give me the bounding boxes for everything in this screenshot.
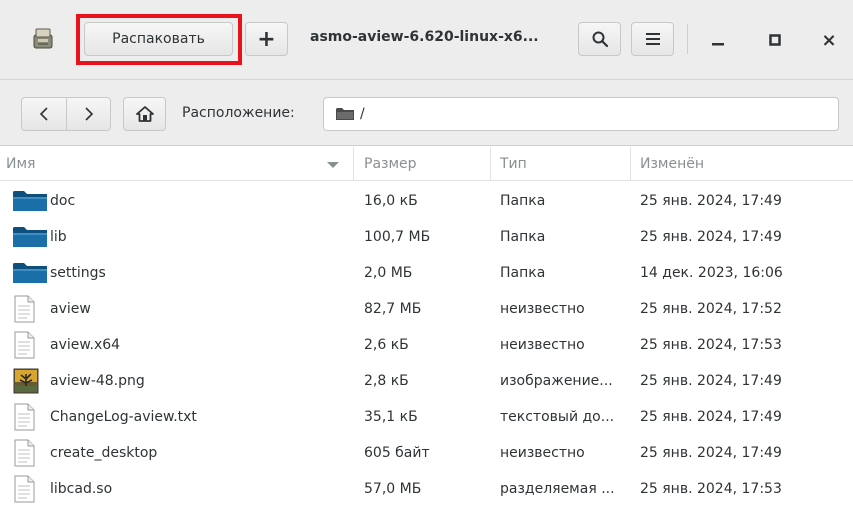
back-button[interactable] xyxy=(22,98,66,130)
window-title: asmo-aview-6.620-linux-x6... xyxy=(310,29,539,45)
minimize-icon xyxy=(712,43,724,46)
add-files-button[interactable]: + xyxy=(245,22,288,56)
file-type: Папка xyxy=(500,229,546,245)
file-name: settings xyxy=(50,265,106,281)
file-row[interactable]: lib 100,7 МБ Папка 25 янв. 2024, 17:49 xyxy=(0,219,853,255)
file-icon xyxy=(13,291,47,327)
file-type: неизвестно xyxy=(500,445,585,461)
column-header-type[interactable]: Тип xyxy=(491,147,631,181)
file-type: неизвестно xyxy=(500,301,585,317)
folder-icon xyxy=(13,183,47,219)
column-header-size[interactable]: Размер xyxy=(354,147,491,181)
forward-button[interactable] xyxy=(66,98,110,130)
archive-manager-icon xyxy=(33,28,53,49)
file-type: Папка xyxy=(500,265,546,281)
file-row[interactable]: ChangeLog-aview.txt 35,1 кБ текстовый до..… xyxy=(0,399,853,435)
file-name: aview-48.png xyxy=(50,373,145,389)
location-path: / xyxy=(360,106,365,122)
home-button[interactable] xyxy=(123,97,166,131)
file-row[interactable]: doc 16,0 кБ Папка 25 янв. 2024, 17:49 xyxy=(0,183,853,219)
file-type: неизвестно xyxy=(500,337,585,353)
file-modified: 14 дек. 2023, 16:06 xyxy=(640,265,783,281)
file-size: 35,1 кБ xyxy=(364,409,418,425)
location-label: Расположение: xyxy=(182,105,295,121)
file-row[interactable]: create_desktop 605 байт неизвестно 25 янв. … xyxy=(0,435,853,471)
close-icon: × xyxy=(821,29,837,51)
file-row[interactable]: aview-48.png 2,8 кБ изображение... 25 янв. … xyxy=(0,363,853,399)
file-modified: 25 янв. 2024, 17:53 xyxy=(640,481,782,497)
folder-icon xyxy=(336,108,354,120)
folder-icon xyxy=(13,255,47,291)
file-type: разделяемая ... xyxy=(500,481,615,497)
file-name: aview xyxy=(50,301,91,317)
navigation-buttons xyxy=(21,97,111,131)
column-header-name[interactable]: Имя xyxy=(0,147,354,181)
file-type: Папка xyxy=(500,193,546,209)
column-header-modified[interactable]: Изменён xyxy=(631,147,853,181)
file-size: 16,0 кБ xyxy=(364,193,418,209)
file-size: 100,7 МБ xyxy=(364,229,431,245)
chevron-left-icon xyxy=(39,107,48,121)
hamburger-menu-icon xyxy=(645,33,660,45)
file-icon xyxy=(13,399,47,435)
column-header-name-label: Имя xyxy=(6,156,36,172)
file-name: doc xyxy=(50,193,76,209)
file-name: create_desktop xyxy=(50,445,158,461)
file-modified: 25 янв. 2024, 17:49 xyxy=(640,445,782,461)
file-type: текстовый до... xyxy=(500,409,615,425)
file-row[interactable]: aview 82,7 МБ неизвестно 25 янв. 2024, 17:5… xyxy=(0,291,853,327)
file-modified: 25 янв. 2024, 17:49 xyxy=(640,373,782,389)
file-icon xyxy=(13,435,47,471)
file-modified: 25 янв. 2024, 17:49 xyxy=(640,409,782,425)
image-icon xyxy=(13,363,47,399)
file-name: libcad.so xyxy=(50,481,113,497)
home-icon xyxy=(135,106,154,122)
file-icon xyxy=(13,471,47,507)
location-path-field[interactable]: / xyxy=(323,97,839,131)
file-modified: 25 янв. 2024, 17:52 xyxy=(640,301,782,317)
column-header-type-label: Тип xyxy=(500,156,527,172)
column-header-modified-label: Изменён xyxy=(640,156,705,172)
minimize-button[interactable] xyxy=(702,24,734,56)
maximize-button[interactable] xyxy=(759,24,791,56)
menu-button[interactable] xyxy=(631,22,674,56)
sort-descending-icon xyxy=(327,162,339,168)
file-size: 2,6 кБ xyxy=(364,337,409,353)
file-type: изображение... xyxy=(500,373,613,389)
file-size: 57,0 МБ xyxy=(364,481,422,497)
search-button[interactable] xyxy=(578,22,621,56)
search-icon xyxy=(592,31,608,48)
close-button[interactable]: × xyxy=(813,24,845,56)
file-modified: 25 янв. 2024, 17:49 xyxy=(640,229,782,245)
extract-button-highlight xyxy=(76,14,242,65)
folder-icon xyxy=(13,219,47,255)
file-name: ChangeLog-aview.txt xyxy=(50,409,197,425)
file-row[interactable]: libcad.so 57,0 МБ разделяемая ... 25 янв. 2… xyxy=(0,471,853,507)
chevron-right-icon xyxy=(84,107,93,121)
file-name: lib xyxy=(50,229,67,245)
file-icon xyxy=(13,327,47,363)
file-size: 605 байт xyxy=(364,445,430,461)
header-bar: Распаковать + asmo-aview-6.620-linux-x6.… xyxy=(0,0,853,80)
file-name: aview.x64 xyxy=(50,337,121,353)
file-size: 2,8 кБ xyxy=(364,373,409,389)
file-modified: 25 янв. 2024, 17:49 xyxy=(640,193,782,209)
location-bar: Расположение: / xyxy=(0,80,853,146)
header-separator xyxy=(687,24,688,54)
column-header-size-label: Размер xyxy=(364,156,417,172)
maximize-icon xyxy=(769,34,781,46)
file-size: 2,0 МБ xyxy=(364,265,413,281)
file-modified: 25 янв. 2024, 17:53 xyxy=(640,337,782,353)
file-row[interactable]: aview.x64 2,6 кБ неизвестно 25 янв. 2024, 1… xyxy=(0,327,853,363)
file-row[interactable]: settings 2,0 МБ Папка 14 дек. 2023, 16:06 xyxy=(0,255,853,291)
file-size: 82,7 МБ xyxy=(364,301,422,317)
